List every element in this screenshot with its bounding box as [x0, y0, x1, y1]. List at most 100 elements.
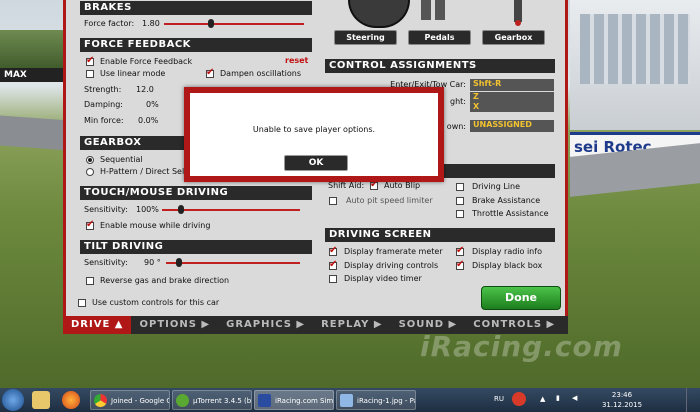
h-pattern-radio[interactable] [86, 168, 94, 176]
nav-drive[interactable]: DRIVE ▲ [63, 316, 132, 334]
throttle-assistance-checkbox[interactable] [456, 210, 464, 218]
force-feedback-header: FORCE FEEDBACK [80, 38, 312, 52]
mouse-sensitivity-value: 100% [136, 205, 159, 214]
nav-arrow-up-icon: ▲ [114, 319, 124, 330]
gearbox-button[interactable]: Gearbox [482, 30, 545, 45]
volume-icon[interactable]: ◀ [572, 394, 577, 402]
start-button-icon[interactable] [2, 389, 24, 411]
min-force-label: Min force: [84, 116, 124, 125]
driving-screen-header: DRIVING SCREEN [325, 228, 555, 242]
shift-aid-label: Shift Aid: [328, 181, 365, 190]
gearbox-header: GEARBOX [80, 136, 190, 150]
damping-value: 0% [146, 100, 159, 109]
mouse-sensitivity-slider-knob[interactable] [177, 205, 184, 214]
nav-drive-label: DRIVE [71, 319, 111, 330]
driving-controls-label: Display driving controls [344, 261, 439, 270]
assign-row-2-value[interactable]: X [470, 102, 554, 112]
framerate-meter-checkbox[interactable] [329, 245, 337, 256]
error-dialog: Unable to save player options. OK [184, 87, 444, 182]
enable-mouse-checkbox[interactable] [86, 219, 94, 230]
explorer-icon[interactable] [32, 391, 50, 409]
nav-controls[interactable]: CONTROLS ▶ [465, 316, 563, 334]
throttle-assistance-label: Throttle Assistance [472, 209, 549, 218]
ok-button[interactable]: OK [284, 155, 348, 171]
tilt-driving-header: TILT DRIVING [80, 240, 312, 254]
radio-info-checkbox[interactable] [456, 245, 464, 256]
auto-blip-checkbox[interactable] [370, 179, 378, 190]
black-box-checkbox[interactable] [456, 259, 464, 270]
force-factor-slider[interactable] [164, 19, 304, 28]
nav-options[interactable]: OPTIONS ▶ [131, 316, 218, 334]
brake-assistance-checkbox[interactable] [456, 197, 464, 205]
language-indicator[interactable]: RU [494, 395, 504, 403]
network-icon[interactable]: ▮ [556, 394, 560, 402]
auto-pit-limiter-checkbox[interactable] [329, 197, 337, 205]
reverse-gas-brake-label: Reverse gas and brake direction [100, 276, 230, 285]
enable-force-feedback-checkbox[interactable] [86, 55, 94, 66]
error-message: Unable to save player options. [252, 125, 376, 134]
tray-chevron-icon[interactable]: ▲ [540, 395, 545, 403]
steering-button[interactable]: Steering [334, 30, 397, 45]
done-button[interactable]: Done [481, 286, 561, 310]
show-desktop-button[interactable] [686, 388, 699, 412]
task-chrome-label: Joined - Google C... [111, 397, 169, 405]
firefox-icon[interactable] [62, 391, 80, 409]
task-iracing[interactable]: iRacing.com Sim... [254, 390, 334, 410]
windows-taskbar: Joined - Google C... µTorrent 3.4.5 (b..… [0, 388, 700, 412]
tilt-sensitivity-slider-knob[interactable] [176, 258, 183, 267]
video-timer-checkbox[interactable] [329, 275, 337, 283]
tilt-sensitivity-value: 90 ° [144, 258, 161, 267]
reverse-gas-brake-checkbox[interactable] [86, 277, 94, 285]
clock-time[interactable]: 23:46 [600, 391, 644, 399]
tray-app-icon[interactable] [512, 392, 526, 406]
mouse-sensitivity-label: Sensitivity: [84, 205, 128, 214]
auto-blip-label: Auto Blip [384, 181, 421, 190]
task-paint[interactable]: iRacing-1.jpg - Pa... [336, 390, 416, 410]
assign-row-3-value[interactable]: UNASSIGNED [470, 120, 554, 132]
assign-row-0-value[interactable]: Shft-R [470, 79, 554, 91]
nav-arrow-right-icon: ▶ [296, 319, 306, 330]
black-box-label: Display black box [472, 261, 543, 270]
linear-mode-checkbox[interactable] [86, 70, 94, 78]
nav-replay-label: REPLAY [321, 319, 370, 330]
nav-sound-label: SOUND [398, 319, 445, 330]
driving-line-checkbox[interactable] [456, 183, 464, 191]
iracing-watermark: iRacing.com [420, 330, 623, 363]
brakes-header: BRAKES [80, 1, 312, 15]
control-assignments-header: CONTROL ASSIGNMENTS [325, 59, 555, 73]
driving-controls-checkbox[interactable] [329, 259, 337, 270]
force-factor-value: 1.80 [142, 19, 160, 28]
driving-line-label: Driving Line [472, 182, 520, 191]
nav-sound[interactable]: SOUND ▶ [391, 316, 466, 334]
enable-mouse-label: Enable mouse while driving [100, 221, 211, 230]
grandstand-windows [580, 14, 690, 84]
span [421, 0, 431, 20]
sequential-radio[interactable] [86, 156, 94, 164]
chrome-icon [94, 394, 107, 407]
radio-info-label: Display radio info [472, 247, 542, 256]
left-trackside-sign: MAX [0, 68, 68, 82]
framerate-meter-label: Display framerate meter [344, 247, 443, 256]
iracing-icon [258, 394, 271, 407]
nav-arrow-right-icon: ▶ [448, 319, 458, 330]
custom-controls-checkbox[interactable] [78, 299, 86, 307]
assign-row-1-value[interactable]: Z [470, 92, 554, 102]
nav-replay[interactable]: REPLAY ▶ [313, 316, 390, 334]
span [435, 0, 445, 20]
main-nav: DRIVE ▲ OPTIONS ▶ GRAPHICS ▶ REPLAY ▶ SO… [63, 316, 568, 334]
tilt-sensitivity-slider[interactable] [166, 258, 300, 267]
pedals-button[interactable]: Pedals [408, 30, 471, 45]
dampen-oscillations-checkbox[interactable] [206, 67, 214, 78]
mouse-sensitivity-slider[interactable] [162, 205, 300, 214]
force-factor-slider-knob[interactable] [208, 19, 215, 28]
task-chrome[interactable]: Joined - Google C... [90, 390, 170, 410]
task-utorrent[interactable]: µTorrent 3.4.5 (b... [172, 390, 252, 410]
enable-force-feedback-label: Enable Force Feedback [100, 57, 193, 66]
clock-date[interactable]: 31.12.2015 [600, 401, 644, 409]
dampen-oscillations-label: Dampen oscillations [220, 69, 301, 78]
reset-link[interactable]: reset [285, 56, 308, 65]
linear-mode-label: Use linear mode [100, 69, 166, 78]
nav-graphics[interactable]: GRAPHICS ▶ [218, 316, 313, 334]
trees [0, 30, 70, 70]
nav-options-label: OPTIONS [139, 319, 197, 330]
